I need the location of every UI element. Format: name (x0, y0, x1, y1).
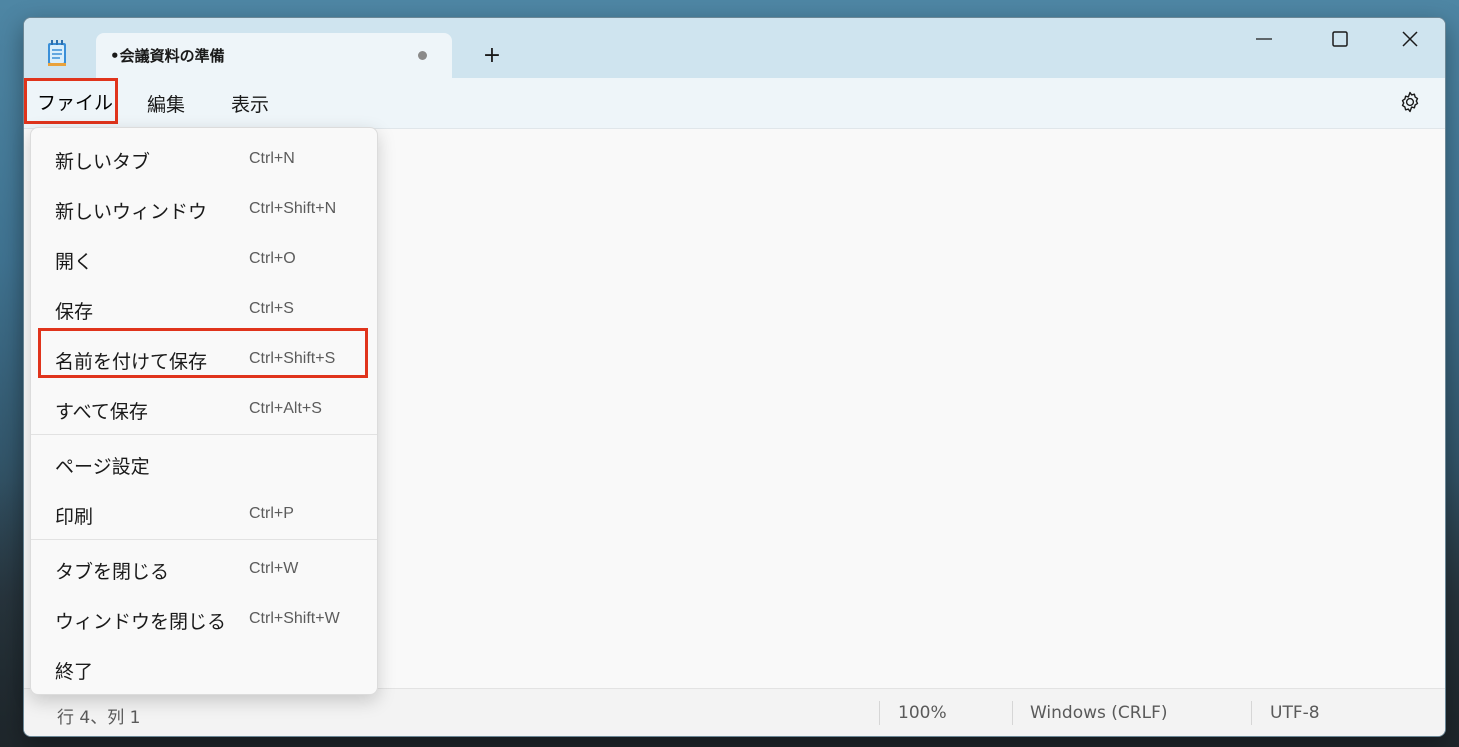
encoding[interactable]: UTF-8 (1270, 703, 1320, 723)
menu-view[interactable]: 表示 (231, 90, 269, 117)
status-divider (1012, 701, 1013, 725)
tab-title: •会議資料の準備 (110, 47, 225, 65)
menu-item-label: 名前を付けて保存 (55, 351, 208, 373)
menu-item-open[interactable]: 開く Ctrl+O (31, 236, 377, 282)
menu-item-label: 終了 (55, 661, 94, 683)
close-button[interactable] (1375, 18, 1445, 58)
menu-item-label: ページ設定 (55, 456, 150, 478)
zoom-level[interactable]: 100% (898, 703, 947, 723)
menu-item-close-window[interactable]: ウィンドウを閉じる Ctrl+Shift+W (31, 596, 377, 642)
menu-item-label: 新しいウィンドウ (55, 201, 208, 223)
close-icon (1402, 31, 1418, 47)
menu-item-label: ウィンドウを閉じる (55, 611, 227, 633)
menu-item-shortcut: Ctrl+S (249, 300, 294, 317)
menu-item-new-tab[interactable]: 新しいタブ Ctrl+N (31, 136, 377, 182)
menu-item-shortcut: Ctrl+W (249, 560, 299, 577)
new-tab-button[interactable]: + (472, 38, 512, 74)
menu-edit[interactable]: 編集 (147, 90, 185, 117)
menu-separator (31, 539, 377, 540)
title-bar: •会議資料の準備 + (24, 18, 1445, 78)
menu-item-page-setup[interactable]: ページ設定 (31, 441, 377, 487)
maximize-button[interactable] (1305, 18, 1375, 58)
menu-item-shortcut: Ctrl+Shift+S (249, 350, 336, 367)
minimize-button[interactable] (1229, 18, 1299, 58)
menu-item-shortcut: Ctrl+N (249, 150, 295, 167)
menu-item-exit[interactable]: 終了 (31, 646, 377, 692)
menu-item-new-window[interactable]: 新しいウィンドウ Ctrl+Shift+N (31, 186, 377, 232)
menu-item-label: 印刷 (55, 506, 94, 528)
menu-item-label: すべて保存 (55, 401, 148, 423)
notepad-app-icon (46, 40, 68, 66)
menu-item-label: 開く (55, 251, 94, 273)
status-divider (879, 701, 880, 725)
menu-item-label: タブを閉じる (55, 561, 170, 583)
status-bar: 行 4、列 1 100% Windows (CRLF) UTF-8 (24, 688, 1445, 736)
menu-file[interactable]: ファイル (24, 78, 118, 124)
maximize-icon (1332, 31, 1348, 47)
menu-bar: ファイル 編集 表示 (24, 78, 1445, 129)
menu-item-close-tab[interactable]: タブを閉じる Ctrl+W (31, 546, 377, 592)
menu-item-save-all[interactable]: すべて保存 Ctrl+Alt+S (31, 386, 377, 432)
minimize-icon (1256, 38, 1272, 40)
menu-file-label: ファイル (37, 92, 114, 114)
gear-icon (1401, 91, 1419, 113)
menu-item-shortcut: Ctrl+Shift+W (249, 610, 340, 627)
file-menu-dropdown: 新しいタブ Ctrl+N 新しいウィンドウ Ctrl+Shift+N 開く Ct… (30, 127, 378, 695)
menu-item-label: 新しいタブ (55, 151, 151, 173)
tab-document[interactable]: •会議資料の準備 (96, 33, 452, 78)
menu-item-shortcut: Ctrl+Alt+S (249, 400, 322, 417)
cursor-position: 行 4、列 1 (57, 708, 141, 728)
unsaved-indicator-icon[interactable] (418, 51, 427, 60)
menu-item-shortcut: Ctrl+O (249, 250, 296, 267)
line-ending[interactable]: Windows (CRLF) (1030, 703, 1168, 723)
menu-item-print[interactable]: 印刷 Ctrl+P (31, 491, 377, 537)
menu-separator (31, 434, 377, 435)
menu-item-save[interactable]: 保存 Ctrl+S (31, 286, 377, 332)
menu-item-label: 保存 (55, 301, 94, 323)
menu-item-save-as[interactable]: 名前を付けて保存 Ctrl+Shift+S (31, 336, 377, 382)
status-divider (1251, 701, 1252, 725)
settings-button[interactable] (1398, 90, 1422, 114)
menu-item-shortcut: Ctrl+Shift+N (249, 200, 337, 217)
menu-item-shortcut: Ctrl+P (249, 505, 294, 522)
